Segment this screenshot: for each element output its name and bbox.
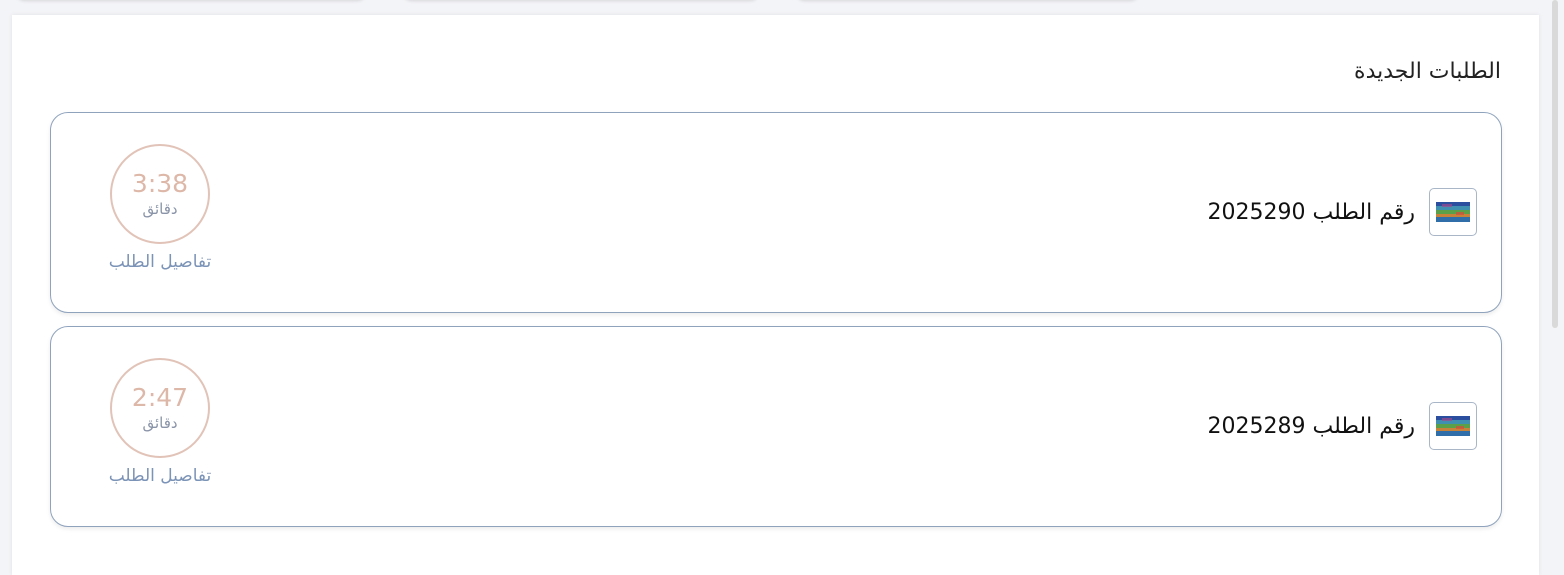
timer-unit: دقائق <box>142 200 178 218</box>
page-scrollbar[interactable] <box>1552 0 1558 328</box>
timer-ring: 3:38 دقائق <box>110 144 210 244</box>
order-card: رقم الطلب 2025289 2:47 دقائق تفاصيل الطل… <box>50 326 1502 527</box>
thumbnail-image-icon <box>1436 416 1470 436</box>
thumbnail-image-icon <box>1436 202 1470 222</box>
order-details-link[interactable]: تفاصيل الطلب <box>109 466 212 486</box>
order-info: رقم الطلب 2025289 <box>1207 402 1477 450</box>
order-number: رقم الطلب 2025289 <box>1207 413 1415 439</box>
timer-unit: دقائق <box>142 414 178 432</box>
top-tab-strip <box>0 0 1564 14</box>
timer-time: 3:38 <box>131 169 189 198</box>
order-details-link[interactable]: تفاصيل الطلب <box>109 252 212 272</box>
order-number: رقم الطلب 2025290 <box>1207 199 1415 225</box>
timer-ring: 2:47 دقائق <box>110 358 210 458</box>
timer-time: 2:47 <box>131 383 189 412</box>
new-orders-panel: الطلبات الجديدة رقم الطلب 2025290 3:38 د… <box>12 15 1539 575</box>
section-title: الطلبات الجديدة <box>1354 59 1501 84</box>
product-thumbnail-icon[interactable] <box>1429 188 1477 236</box>
order-info: رقم الطلب 2025290 <box>1207 188 1477 236</box>
order-timer: 2:47 دقائق تفاصيل الطلب <box>101 358 219 486</box>
product-thumbnail-icon[interactable] <box>1429 402 1477 450</box>
order-card: رقم الطلب 2025290 3:38 دقائق تفاصيل الطل… <box>50 112 1502 313</box>
order-timer: 3:38 دقائق تفاصيل الطلب <box>101 144 219 272</box>
